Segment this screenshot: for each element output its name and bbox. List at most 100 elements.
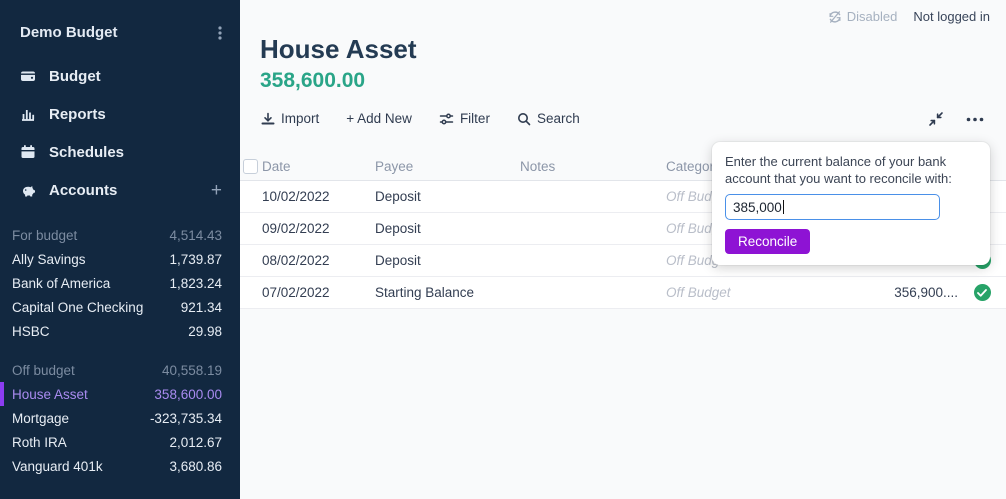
account-menu-button[interactable] [966, 117, 984, 122]
account-name: Roth IRA [12, 435, 169, 450]
reconcile-popup: Enter the current balance of your bank a… [712, 142, 990, 265]
account-name: HSBC [12, 324, 188, 339]
date-cell[interactable]: 09/02/2022 [262, 221, 375, 236]
select-all-checkbox[interactable] [243, 159, 258, 174]
group-label: Off budget [12, 363, 162, 378]
account-balance: 29.98 [188, 324, 222, 339]
text-caret [783, 200, 785, 214]
toolbar: Import + Add New Filter Search [261, 111, 580, 126]
off-budget-group: Off budget 40,558.19 House Asset 358,600… [0, 358, 240, 478]
wallet-icon [20, 68, 36, 84]
for-budget-group: For budget 4,514.43 Ally Savings 1,739.8… [0, 223, 240, 343]
reconcile-message: Enter the current balance of your bank a… [725, 153, 977, 187]
budget-menu-button[interactable] [218, 25, 222, 41]
sidebar-item-label: Reports [49, 106, 106, 123]
bar-chart-icon [20, 106, 36, 122]
search-label: Search [537, 111, 580, 126]
category-cell[interactable]: Off Budget [666, 285, 846, 300]
payee-cell[interactable]: Deposit [375, 189, 520, 204]
for-budget-header[interactable]: For budget 4,514.43 [0, 223, 240, 247]
account-item-hsbc[interactable]: HSBC 29.98 [0, 319, 240, 343]
group-total: 4,514.43 [169, 228, 222, 243]
account-balance-total[interactable]: 358,600.00 [260, 69, 365, 93]
calendar-icon [20, 144, 36, 160]
account-balance: -323,735.34 [150, 411, 222, 426]
account-balance: 358,600.00 [154, 387, 222, 402]
account-item-vanguard-401k[interactable]: Vanguard 401k 3,680.86 [0, 454, 240, 478]
reconcile-input-value: 385,000 [733, 200, 782, 215]
column-header-date[interactable]: Date [262, 159, 375, 174]
collapse-transactions-button[interactable] [928, 111, 944, 127]
toolbar-right [928, 111, 984, 127]
select-all-cell [240, 159, 262, 174]
sync-status-button[interactable]: Disabled [828, 9, 898, 24]
filter-button[interactable]: Filter [439, 111, 490, 126]
sidebar-item-label: Budget [49, 68, 101, 85]
date-cell[interactable]: 08/02/2022 [262, 253, 375, 268]
filter-sliders-icon [439, 112, 454, 126]
reconcile-button[interactable]: Reconcile [725, 229, 810, 254]
sidebar: Demo Budget Budget Reports Schedules [0, 0, 240, 499]
sidebar-item-label: Schedules [49, 144, 124, 161]
account-name: Capital One Checking [12, 300, 181, 315]
payee-cell[interactable]: Deposit [375, 253, 520, 268]
account-balance: 1,739.87 [169, 252, 222, 267]
add-account-button[interactable]: + [211, 181, 222, 200]
sidebar-item-budget[interactable]: Budget [0, 57, 240, 95]
sidebar-item-schedules[interactable]: Schedules [0, 133, 240, 171]
download-icon [261, 112, 275, 126]
add-new-button[interactable]: + Add New [346, 111, 412, 126]
import-button[interactable]: Import [261, 111, 319, 126]
account-item-mortgage[interactable]: Mortgage -323,735.34 [0, 406, 240, 430]
account-name: Bank of America [12, 276, 169, 291]
import-label: Import [281, 111, 319, 126]
piggy-bank-icon [20, 182, 36, 198]
kebab-icon [218, 25, 222, 41]
group-label: For budget [12, 228, 169, 243]
off-budget-header[interactable]: Off budget 40,558.19 [0, 358, 240, 382]
date-cell[interactable]: 07/02/2022 [262, 285, 375, 300]
group-total: 40,558.19 [162, 363, 222, 378]
account-name: Ally Savings [12, 252, 169, 267]
sidebar-item-reports[interactable]: Reports [0, 95, 240, 133]
amount-cell[interactable]: 356,900.... [846, 285, 958, 300]
page-title: House Asset [260, 34, 417, 65]
account-balance: 1,823.24 [169, 276, 222, 291]
sidebar-item-label: Accounts [49, 182, 117, 199]
account-item-bank-of-america[interactable]: Bank of America 1,823.24 [0, 271, 240, 295]
sidebar-nav: Budget Reports Schedules Accounts + [0, 57, 240, 209]
account-item-ally-savings[interactable]: Ally Savings 1,739.87 [0, 247, 240, 271]
login-status-button[interactable]: Not logged in [913, 9, 990, 24]
search-icon [517, 112, 531, 126]
account-item-capital-one-checking[interactable]: Capital One Checking 921.34 [0, 295, 240, 319]
date-cell[interactable]: 10/02/2022 [262, 189, 375, 204]
main-content: Disabled Not logged in House Asset 358,6… [240, 0, 1006, 499]
ellipsis-icon [966, 117, 984, 122]
sidebar-item-accounts[interactable]: Accounts + [0, 171, 240, 209]
payee-cell[interactable]: Deposit [375, 221, 520, 236]
account-balance: 2,012.67 [169, 435, 222, 450]
cleared-cell [958, 284, 1006, 301]
column-header-notes[interactable]: Notes [520, 159, 666, 174]
sync-disabled-icon [828, 10, 842, 24]
status-bar: Disabled Not logged in [828, 9, 990, 24]
account-balance: 921.34 [181, 300, 222, 315]
reconcile-balance-input[interactable]: 385,000 [725, 194, 940, 220]
budget-file-header: Demo Budget [0, 0, 240, 41]
account-name: Vanguard 401k [12, 459, 169, 474]
transaction-row[interactable]: 07/02/2022 Starting Balance Off Budget 3… [240, 277, 1006, 309]
sync-status-label: Disabled [847, 9, 898, 24]
account-name: House Asset [12, 387, 154, 402]
account-item-house-asset[interactable]: House Asset 358,600.00 [0, 382, 240, 406]
collapse-icon [928, 111, 944, 127]
account-item-roth-ira[interactable]: Roth IRA 2,012.67 [0, 430, 240, 454]
payee-cell[interactable]: Starting Balance [375, 285, 520, 300]
search-button[interactable]: Search [517, 111, 580, 126]
add-new-label: + Add New [346, 111, 412, 126]
budget-file-name: Demo Budget [20, 24, 118, 41]
cleared-check-icon[interactable] [974, 284, 991, 301]
filter-label: Filter [460, 111, 490, 126]
column-header-payee[interactable]: Payee [375, 159, 520, 174]
account-balance: 3,680.86 [169, 459, 222, 474]
account-name: Mortgage [12, 411, 150, 426]
